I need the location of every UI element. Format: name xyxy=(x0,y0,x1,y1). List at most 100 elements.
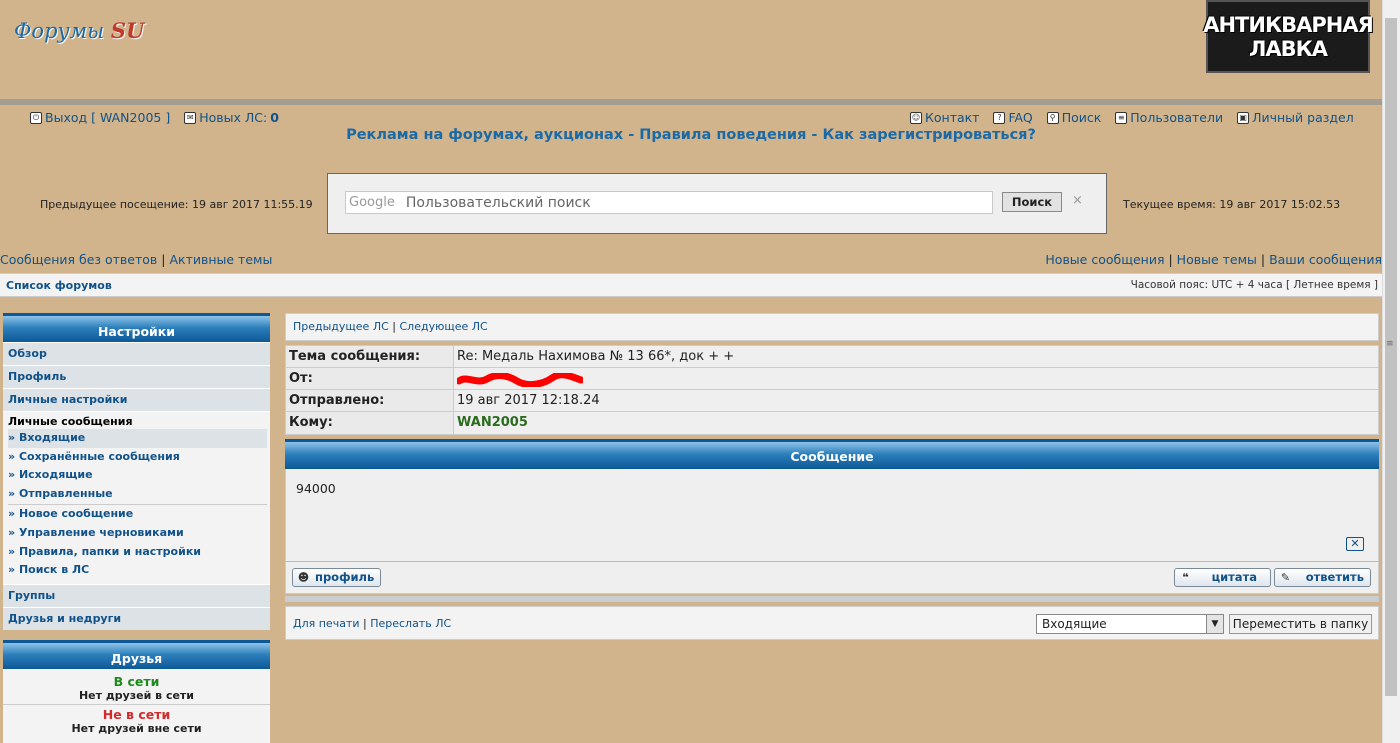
banner-line-1: АНТИКВАРНАЯ xyxy=(1203,12,1374,37)
google-search-input[interactable]: Google Пользовательский поиск xyxy=(345,191,993,214)
pm-menu: Личные сообщения Входящие Сохранённые со… xyxy=(3,411,270,584)
top-nav-right: ☺ Контакт ? FAQ ⚲ Поиск ≡ Пользователи ▣ Личн… xyxy=(910,110,1354,125)
pm-search[interactable]: Поиск в ЛС xyxy=(8,561,270,580)
new-pm-count: 0 xyxy=(270,110,279,125)
active-topics-link[interactable]: Активные темы xyxy=(169,252,272,267)
subject-row: Тема сообщения: Re: Медаль Нахимова № 13… xyxy=(286,346,1378,368)
profile-icon: ☻ xyxy=(297,571,310,584)
search-placeholder: Пользовательский поиск xyxy=(405,194,591,211)
folder-selected: Входящие xyxy=(1042,617,1107,631)
sent-label: Отправлено: xyxy=(286,390,454,411)
from-label: От: xyxy=(286,368,454,389)
pm-saved[interactable]: Сохранённые сообщения xyxy=(8,448,270,467)
bottom-links: Для печати | Переслать ЛС xyxy=(293,617,452,630)
new-pm-link[interactable]: ✉ Новых ЛС: 0 xyxy=(184,110,279,125)
sidebar-item-friends-foes[interactable]: Друзья и недруги xyxy=(3,606,270,630)
pm-sent[interactable]: Отправленные xyxy=(8,485,270,504)
sidebar-item-groups[interactable]: Группы xyxy=(3,583,270,607)
settings-title: Настройки xyxy=(3,313,270,342)
pm-outbox[interactable]: Исходящие xyxy=(8,466,270,485)
message-section-title: Сообщение xyxy=(285,439,1379,469)
profile-button[interactable]: ☻ профиль xyxy=(292,568,382,587)
friends-online-text: Нет друзей в сети xyxy=(78,689,195,702)
quote-button[interactable]: ❝ цитата xyxy=(1174,568,1271,587)
list-icon: ≡ xyxy=(1115,111,1128,124)
google-search-button[interactable]: Поиск xyxy=(1002,192,1062,212)
message-panel: Предыдущее ЛС | Следующее ЛС Тема сообще… xyxy=(285,313,1379,640)
quicklinks-right: Новые сообщения | Новые темы | Ваши сооб… xyxy=(1045,252,1382,267)
settings-sidebar: Настройки Обзор Профиль Личные настройки… xyxy=(3,313,270,630)
to-value[interactable]: WAN2005 xyxy=(454,412,1378,434)
friends-offline-label: Не в сети xyxy=(3,704,270,722)
quote-button-label: цитата xyxy=(1211,570,1257,584)
to-row: Кому: WAN2005 xyxy=(286,412,1378,434)
breadcrumb[interactable]: Список форумов xyxy=(6,279,112,292)
contact-label: Контакт xyxy=(925,110,980,125)
pm-rules-folders[interactable]: Правила, папки и настройки xyxy=(8,543,270,562)
users-link[interactable]: ≡ Пользователи xyxy=(1115,110,1223,125)
envelope-icon: ✉ xyxy=(184,111,197,124)
next-pm-link[interactable]: Следующее ЛС xyxy=(399,320,487,333)
message-headers: Тема сообщения: Re: Медаль Нахимова № 13… xyxy=(285,345,1379,435)
delete-icon[interactable]: ✕ xyxy=(1346,537,1364,551)
clear-search-icon[interactable]: × xyxy=(1072,193,1083,208)
your-posts-link[interactable]: Ваши сообщения xyxy=(1269,252,1382,267)
new-pm-label: Новых ЛС: xyxy=(199,110,268,125)
new-topics-link[interactable]: Новые темы xyxy=(1177,252,1257,267)
unanswered-link[interactable]: Сообщения без ответов xyxy=(0,252,157,267)
previous-visit: Предыдущее посещение: 19 авг 2017 11:55.… xyxy=(40,198,313,211)
redacted-sender xyxy=(455,371,585,389)
subject-value: Re: Медаль Нахимова № 13 66*, док + + xyxy=(454,346,1378,367)
from-value xyxy=(454,368,1378,389)
print-link[interactable]: Для печати xyxy=(293,617,360,630)
pm-navigation: Предыдущее ЛС | Следующее ЛС xyxy=(285,313,1379,341)
message-text: 94000 xyxy=(296,481,336,496)
users-label: Пользователи xyxy=(1130,110,1224,125)
header-divider xyxy=(0,99,1382,105)
quicklinks-left: Сообщения без ответов | Активные темы xyxy=(0,252,273,267)
person-icon: ☺ xyxy=(910,111,922,124)
folder-select[interactable]: Входящие ▼ xyxy=(1036,614,1224,634)
search-link[interactable]: ⚲ Поиск xyxy=(1046,110,1102,125)
pm-compose[interactable]: Новое сообщение xyxy=(8,505,270,524)
contact-link[interactable]: ☺ Контакт xyxy=(910,110,979,125)
forward-link[interactable]: Переслать ЛС xyxy=(370,617,451,630)
google-brand: Google xyxy=(349,195,395,210)
subject-label: Тема сообщения: xyxy=(286,346,454,367)
logout-label: Выход [ WAN2005 ] xyxy=(45,110,171,125)
search-label: Поиск xyxy=(1061,110,1102,125)
quote-icon: ❝ xyxy=(1182,571,1189,584)
friends-panel: Друзья В сети Нет друзей в сети Не в сет… xyxy=(3,640,270,743)
current-time: Текущее время: 19 авг 2017 15:02.53 xyxy=(1123,198,1341,211)
top-nav-left: ⏻ Выход [ WAN2005 ] ✉ Новых ЛС: 0 xyxy=(30,110,279,125)
sent-value: 19 авг 2017 12:18.24 xyxy=(454,390,1378,411)
faq-link[interactable]: ? FAQ xyxy=(993,110,1033,125)
banner-line-2: ЛАВКА xyxy=(1248,36,1328,61)
logo-text: Форумы xyxy=(14,19,105,43)
sidebar-item-overview[interactable]: Обзор xyxy=(3,342,270,365)
antique-shop-banner[interactable]: АНТИКВАРНАЯ ЛАВКА xyxy=(1203,0,1374,73)
sidebar-item-preferences[interactable]: Личные настройки xyxy=(3,388,270,411)
scrollbar-thumb[interactable] xyxy=(1385,18,1397,696)
move-to-folder-button[interactable]: Переместить в папку xyxy=(1229,614,1372,634)
new-posts-link[interactable]: Новые сообщения xyxy=(1045,252,1164,267)
power-icon: ⏻ xyxy=(30,111,42,124)
sent-row: Отправлено: 19 авг 2017 12:18.24 xyxy=(286,390,1378,412)
personal-section-link[interactable]: ▣ Личный раздел xyxy=(1237,110,1354,125)
prev-pm-link[interactable]: Предыдущее ЛС xyxy=(293,320,389,333)
pm-inbox[interactable]: Входящие xyxy=(8,429,267,448)
google-search-box: Google Пользовательский поиск Поиск × xyxy=(327,173,1107,234)
user-card-icon: ▣ xyxy=(1237,111,1250,124)
search-icon: ⚲ xyxy=(1046,111,1059,124)
pm-drafts[interactable]: Управление черновиками xyxy=(8,524,270,543)
question-icon: ? xyxy=(993,111,1006,124)
reply-button[interactable]: ✎ ответить xyxy=(1274,568,1371,587)
logout-link[interactable]: ⏻ Выход [ WAN2005 ] xyxy=(30,110,170,125)
personal-label: Личный раздел xyxy=(1252,110,1354,125)
site-logo[interactable]: Форумы SU xyxy=(14,18,144,43)
scrollbar-grip-icon: ≡ xyxy=(1386,339,1394,349)
pm-menu-title: Личные сообщения xyxy=(8,415,133,428)
message-actions: ☻ профиль ❝ цитата ✎ ответить xyxy=(285,561,1379,594)
rules-links[interactable]: Реклама на форумах, аукционах - Правила … xyxy=(0,127,1382,143)
sidebar-item-profile[interactable]: Профиль xyxy=(3,365,270,388)
